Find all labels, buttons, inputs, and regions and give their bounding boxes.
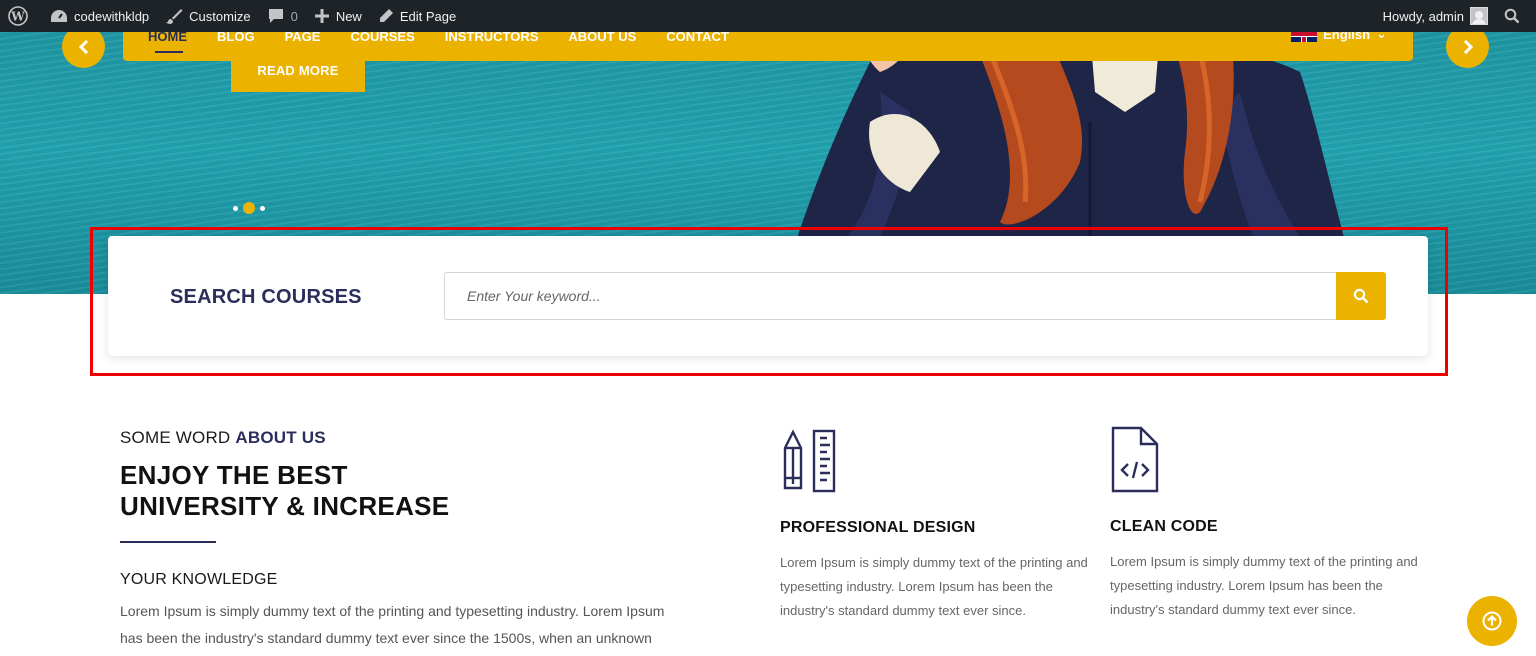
about-kicker-prefix: SOME WORD — [120, 428, 231, 447]
search-submit-button[interactable] — [1336, 272, 1386, 320]
search-icon — [1353, 288, 1369, 304]
dashboard-icon — [51, 10, 67, 22]
feature-text: Lorem Ipsum is simply dummy text of the … — [780, 555, 1088, 618]
about-kicker: SOME WORD ABOUT US — [120, 428, 326, 448]
slider-dot-3[interactable] — [260, 205, 265, 211]
slider-dot-2-active[interactable] — [243, 202, 255, 214]
about-heading-line-2: UNIVERSITY & INCREASE — [120, 491, 450, 521]
customize-label: Customize — [189, 8, 251, 24]
avatar — [1470, 7, 1488, 25]
brush-icon — [166, 9, 183, 24]
chevron-right-icon — [1463, 39, 1473, 54]
code-file-icon — [1111, 426, 1159, 493]
nav-item-about-us[interactable]: ABOUT US — [568, 32, 636, 44]
search-courses-panel: SEARCH COURSES — [108, 236, 1428, 356]
slider-next-button[interactable] — [1446, 32, 1489, 68]
uk-flag-icon — [1291, 32, 1318, 42]
edit-page-link[interactable]: Edit Page — [370, 0, 464, 32]
about-heading: ENJOY THE BEST UNIVERSITY & INCREASE — [120, 460, 449, 522]
site-name-link[interactable]: codewithkldp — [42, 0, 157, 32]
arrow-up-icon — [1482, 611, 1502, 631]
site-name-label: codewithkldp — [74, 8, 150, 24]
slider-pagination — [233, 202, 265, 214]
language-switcher[interactable]: English ⌄ — [1291, 32, 1387, 44]
feature-clean-code: CLEAN CODE Lorem Ipsum is simply dummy t… — [1110, 518, 1420, 622]
nav-item-instructors[interactable]: INSTRUCTORS — [445, 32, 539, 44]
about-paragraph: Lorem Ipsum is simply dummy text of the … — [120, 598, 740, 652]
nav-item-contact[interactable]: CONTACT — [666, 32, 729, 44]
wordpress-icon: W — [8, 6, 28, 26]
comment-icon — [268, 9, 283, 23]
new-label: New — [335, 8, 362, 24]
pencil-icon — [379, 9, 393, 22]
feature-text: Lorem Ipsum is simply dummy text of the … — [1110, 554, 1418, 617]
feature-professional-design: PROFESSIONAL DESIGN Lorem Ipsum is simpl… — [780, 519, 1090, 623]
customize-link[interactable]: Customize — [157, 0, 258, 32]
pencil-ruler-icon — [783, 429, 836, 493]
comments-link[interactable]: 0 — [259, 0, 306, 32]
about-heading-line-1: ENJOY THE BEST — [120, 460, 348, 490]
nav-item-courses[interactable]: COURSES — [350, 32, 414, 44]
slider-dot-1[interactable] — [233, 205, 238, 211]
my-account-link[interactable]: Howdy, admin — [1375, 0, 1496, 32]
new-content-link[interactable]: New — [306, 0, 370, 32]
nav-item-home[interactable]: HOME — [148, 32, 187, 44]
slider-prev-button[interactable] — [62, 32, 105, 68]
nav-item-blog[interactable]: BLOG — [217, 32, 255, 44]
wp-admin-bar: W codewithkldp Customize 0 New Edit Page… — [0, 0, 1536, 32]
chevron-down-icon: ⌄ — [1376, 32, 1387, 41]
admin-search-button[interactable] — [1496, 0, 1536, 32]
language-label: English — [1323, 32, 1371, 42]
comments-count: 0 — [290, 8, 298, 24]
active-nav-indicator — [155, 51, 183, 53]
plus-icon — [314, 9, 329, 23]
svg-text:W: W — [10, 10, 25, 24]
about-paragraph-line-2: has been the industry's standard dummy t… — [120, 630, 652, 646]
heading-divider — [120, 541, 216, 543]
chevron-left-icon — [78, 39, 88, 54]
edit-page-label: Edit Page — [399, 8, 457, 24]
about-subheading: YOUR KNOWLEDGE — [120, 571, 278, 588]
search-icon — [1504, 8, 1520, 24]
nav-item-page[interactable]: PAGE — [285, 32, 321, 44]
back-to-top-button[interactable] — [1467, 596, 1517, 646]
feature-title: CLEAN CODE — [1110, 518, 1218, 535]
about-paragraph-line-1: Lorem Ipsum is simply dummy text of the … — [120, 603, 665, 619]
howdy-label: Howdy, admin — [1382, 8, 1464, 24]
nav-menu: HOME BLOG PAGE COURSES INSTRUCTORS ABOUT… — [148, 32, 729, 48]
feature-title: PROFESSIONAL DESIGN — [780, 519, 976, 536]
search-input[interactable] — [444, 272, 1337, 320]
read-more-button[interactable]: READ MORE — [231, 48, 365, 92]
about-kicker-accent: ABOUT US — [235, 428, 326, 447]
search-courses-title: SEARCH COURSES — [170, 286, 362, 308]
wordpress-logo-button[interactable]: W — [0, 0, 42, 32]
